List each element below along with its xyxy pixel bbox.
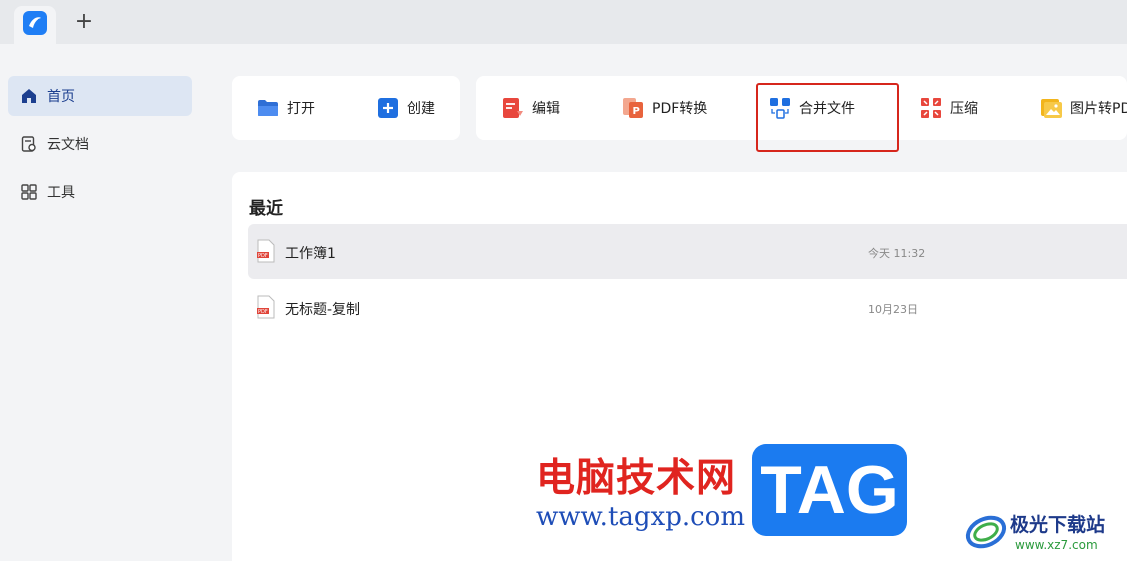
watermark-site-url: www.xz7.com	[1015, 538, 1098, 552]
new-tab-button[interactable]: +	[72, 10, 96, 34]
sidebar-item-home[interactable]: 首页	[8, 76, 192, 116]
edit-label: 编辑	[532, 101, 560, 117]
create-button[interactable]: 创建	[377, 96, 435, 120]
watermark-site-logo-icon	[964, 508, 1008, 552]
pdf-convert-button[interactable]: P PDF转换	[622, 96, 707, 120]
recent-title: 最近	[249, 199, 283, 219]
svg-text:PDF: PDF	[258, 253, 268, 259]
svg-text:PDF: PDF	[258, 309, 268, 315]
image-to-pdf-label: 图片转PDF	[1070, 101, 1127, 117]
file-row[interactable]: PDF 工作簿1 今天 11:32	[248, 224, 1127, 279]
pdf-file-icon: PDF	[257, 239, 275, 263]
grid-tools-icon	[20, 183, 38, 201]
folder-icon	[257, 97, 279, 119]
merge-highlight-box	[756, 83, 899, 152]
sidebar-item-label: 首页	[47, 89, 75, 105]
watermark-tag-logo: TAG	[752, 444, 907, 536]
file-time: 今天 11:32	[868, 247, 926, 260]
compress-label: 压缩	[950, 101, 978, 117]
pdf-file-icon: PDF	[257, 295, 275, 319]
open-button[interactable]: 打开	[257, 96, 315, 120]
pdf-convert-label: PDF转换	[652, 101, 708, 117]
file-row[interactable]: PDF 无标题-复制 10月23日	[248, 280, 1127, 335]
plus-square-icon	[377, 97, 399, 119]
file-name: 工作簿1	[285, 246, 336, 262]
compress-button[interactable]: 压缩	[920, 96, 978, 120]
sidebar-item-label: 云文档	[47, 137, 89, 153]
app-home-tab[interactable]	[14, 6, 56, 44]
sidebar-item-label: 工具	[47, 185, 75, 201]
edit-button[interactable]: 编辑	[502, 96, 560, 120]
title-bar: +	[0, 0, 1127, 44]
app-logo-icon	[23, 11, 47, 35]
image-to-pdf-button[interactable]: 图片转PDF	[1040, 96, 1127, 120]
svg-text:P: P	[633, 106, 640, 117]
sidebar-item-cloud-docs[interactable]: 云文档	[8, 124, 192, 164]
create-label: 创建	[407, 101, 435, 117]
watermark-site-name: 极光下载站	[1010, 514, 1106, 536]
watermark-cn-text: 电脑技术网	[536, 455, 737, 501]
sidebar: 首页 云文档 工具	[0, 44, 200, 561]
open-label: 打开	[287, 101, 315, 117]
file-name: 无标题-复制	[285, 302, 361, 318]
file-time: 10月23日	[868, 303, 918, 316]
sidebar-item-tools[interactable]: 工具	[8, 172, 192, 212]
watermark-url: www.tagxp.com	[536, 502, 745, 532]
pdf-convert-icon: P	[622, 97, 644, 119]
edit-doc-icon	[502, 97, 524, 119]
image-icon	[1040, 97, 1062, 119]
compress-icon	[920, 97, 942, 119]
home-icon	[20, 87, 38, 105]
cloud-doc-icon	[20, 135, 38, 153]
